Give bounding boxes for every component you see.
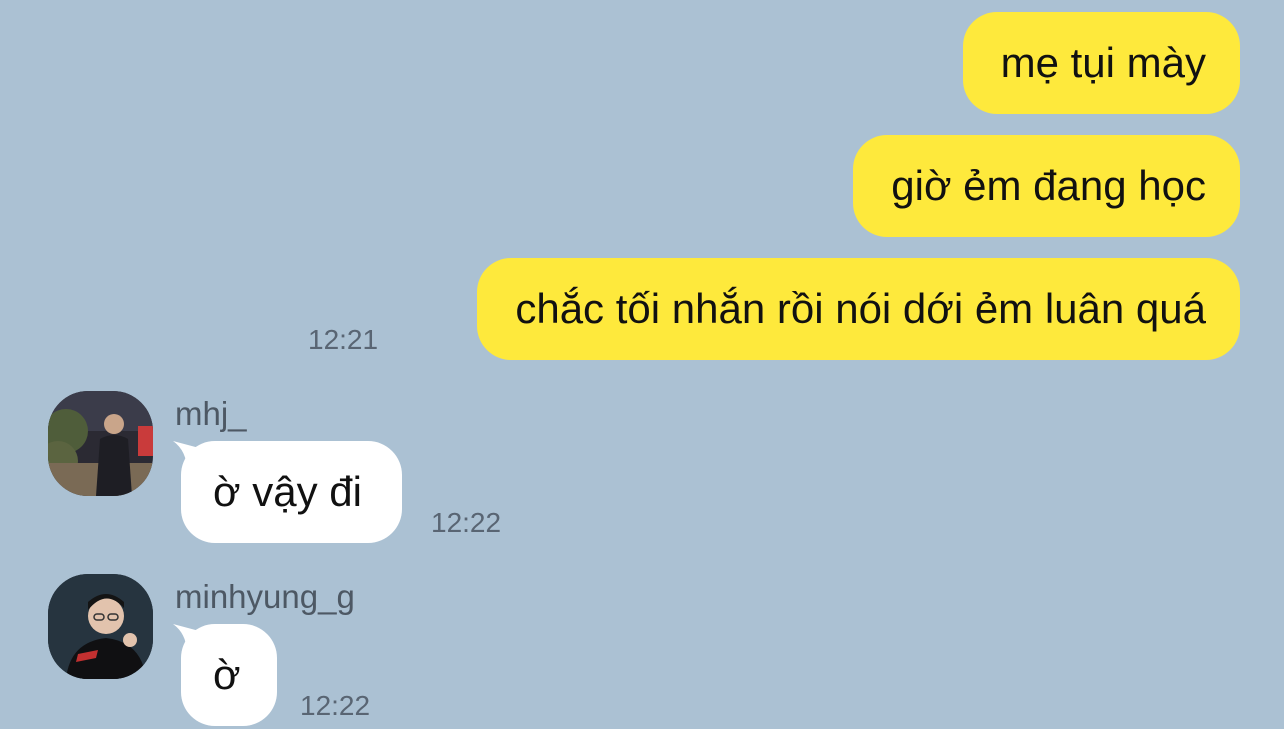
message-text: ờ xyxy=(213,651,241,698)
message-timestamp: 12:22 xyxy=(300,690,371,721)
sent-message-bubble[interactable]: giờ ẻm đang học xyxy=(853,135,1240,237)
message-text: mẹ tụi mày xyxy=(1000,39,1206,86)
sent-message-bubble[interactable]: chắc tối nhắn rồi nói dới ẻm luân quá xyxy=(477,258,1240,360)
sender-name: minhyung_g xyxy=(175,578,355,615)
chat-area: mẹ tụi mày giờ ẻm đang học chắc tối nhắn… xyxy=(0,0,1284,729)
message-text: giờ ẻm đang học xyxy=(891,162,1206,209)
message-text: ờ vậy đi xyxy=(213,468,362,515)
bubble-tail xyxy=(173,624,203,654)
received-message-bubble[interactable]: ờ xyxy=(173,624,277,726)
message-text: chắc tối nhắn rồi nói dới ẻm luân quá xyxy=(515,285,1206,332)
avatar-photo xyxy=(48,391,153,496)
sender-avatar[interactable] xyxy=(48,574,153,679)
received-message-bubble[interactable]: ờ vậy đi xyxy=(173,441,402,543)
avatar-photo xyxy=(48,574,153,679)
sent-message-bubble[interactable]: mẹ tụi mày xyxy=(962,12,1240,114)
message-timestamp: 12:21 xyxy=(308,324,379,355)
bubble-tail xyxy=(173,441,203,471)
sender-name: mhj_ xyxy=(175,395,247,432)
sender-avatar[interactable] xyxy=(48,391,153,496)
message-timestamp: 12:22 xyxy=(431,507,502,538)
